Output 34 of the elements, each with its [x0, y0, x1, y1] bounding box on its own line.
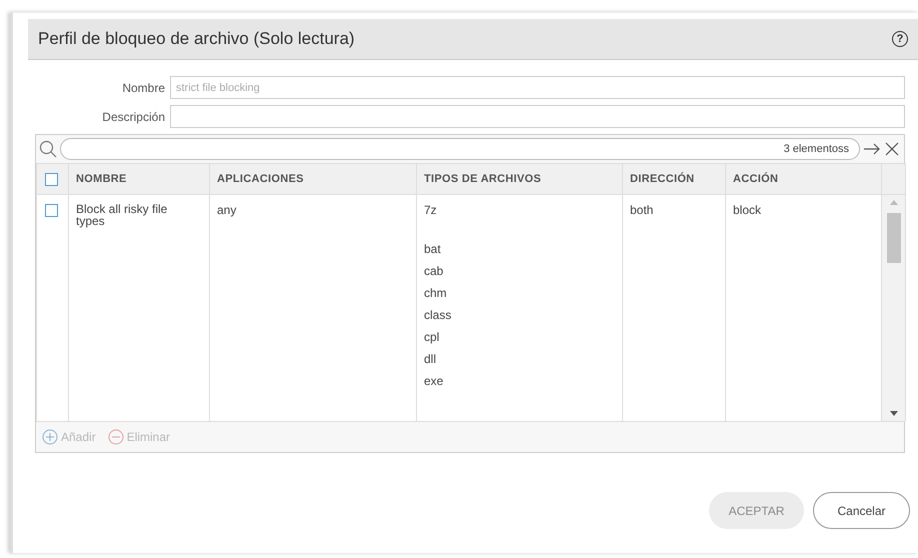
table-cell: block: [733, 203, 762, 217]
select-all-checkbox[interactable]: [45, 172, 58, 186]
minus-icon: [108, 429, 124, 445]
file-type: exe: [424, 374, 444, 388]
file-type: 7z: [424, 203, 438, 217]
item-count: 3 elementoss: [784, 143, 849, 155]
file-type: cab: [424, 264, 444, 278]
table-cell-text: Block all risky file types: [76, 203, 168, 227]
file-type: cpl: [424, 330, 440, 344]
field-label: Nombre: [121, 80, 165, 94]
column-header[interactable]: APLICACIONES: [217, 173, 304, 185]
column-header[interactable]: ACCIÓN: [733, 173, 778, 185]
plus-icon: [42, 429, 58, 445]
file-type: bat: [424, 242, 442, 256]
input-field[interactable]: strict file blocking: [170, 76, 905, 99]
dialog-title: Perfil de bloqueo de archivo (Solo lectura): [38, 29, 355, 49]
cancel-button[interactable]: Cancelar: [813, 492, 910, 529]
row-checkbox[interactable]: [45, 204, 58, 218]
file-type: class: [424, 308, 452, 322]
scrollbar-thumb[interactable]: [886, 213, 900, 263]
close-icon[interactable]: [884, 141, 900, 157]
file-type: chm: [424, 286, 448, 300]
table-cell: both: [630, 203, 654, 217]
search-field[interactable]: 3 elementoss: [60, 138, 860, 160]
input-field[interactable]: [170, 105, 905, 128]
search-icon[interactable]: [39, 140, 57, 158]
field-label: Descripción: [101, 110, 165, 124]
help-button[interactable]: ?: [892, 31, 908, 47]
table-cell: any: [217, 203, 236, 217]
column-header[interactable]: NOMBRE: [76, 173, 127, 185]
scroll-down-icon[interactable]: [890, 411, 898, 417]
arrow-icon[interactable]: [863, 142, 881, 156]
scroll-up-icon[interactable]: [890, 199, 898, 205]
file-type: dll: [424, 352, 438, 366]
